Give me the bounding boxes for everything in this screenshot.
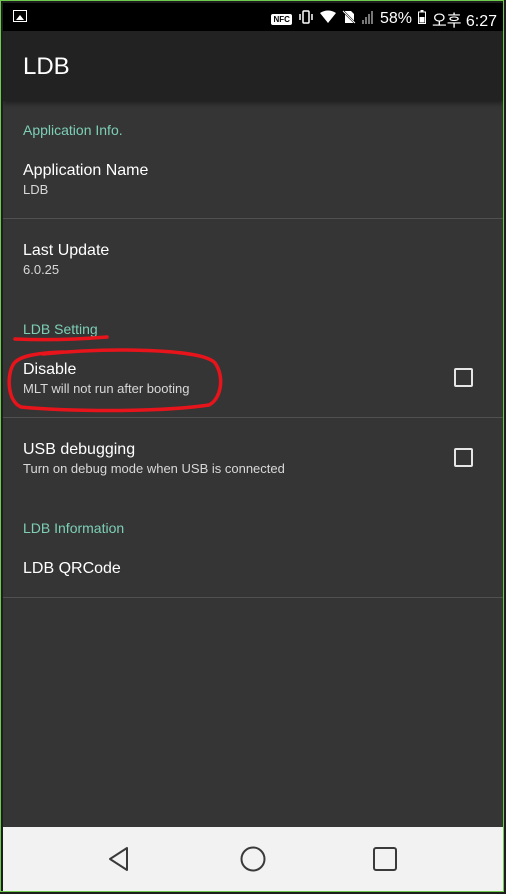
phone-screen: NFC 58% 오후 6:27 LDB Application Info. Ap… xyxy=(3,3,503,891)
back-icon[interactable] xyxy=(105,845,133,873)
annotation-overlay xyxy=(7,335,223,413)
annotation-circle xyxy=(7,348,223,413)
annotation-underline xyxy=(13,335,109,342)
home-icon[interactable] xyxy=(239,845,267,873)
navigation-bar xyxy=(3,827,503,891)
recents-icon[interactable] xyxy=(371,845,399,873)
